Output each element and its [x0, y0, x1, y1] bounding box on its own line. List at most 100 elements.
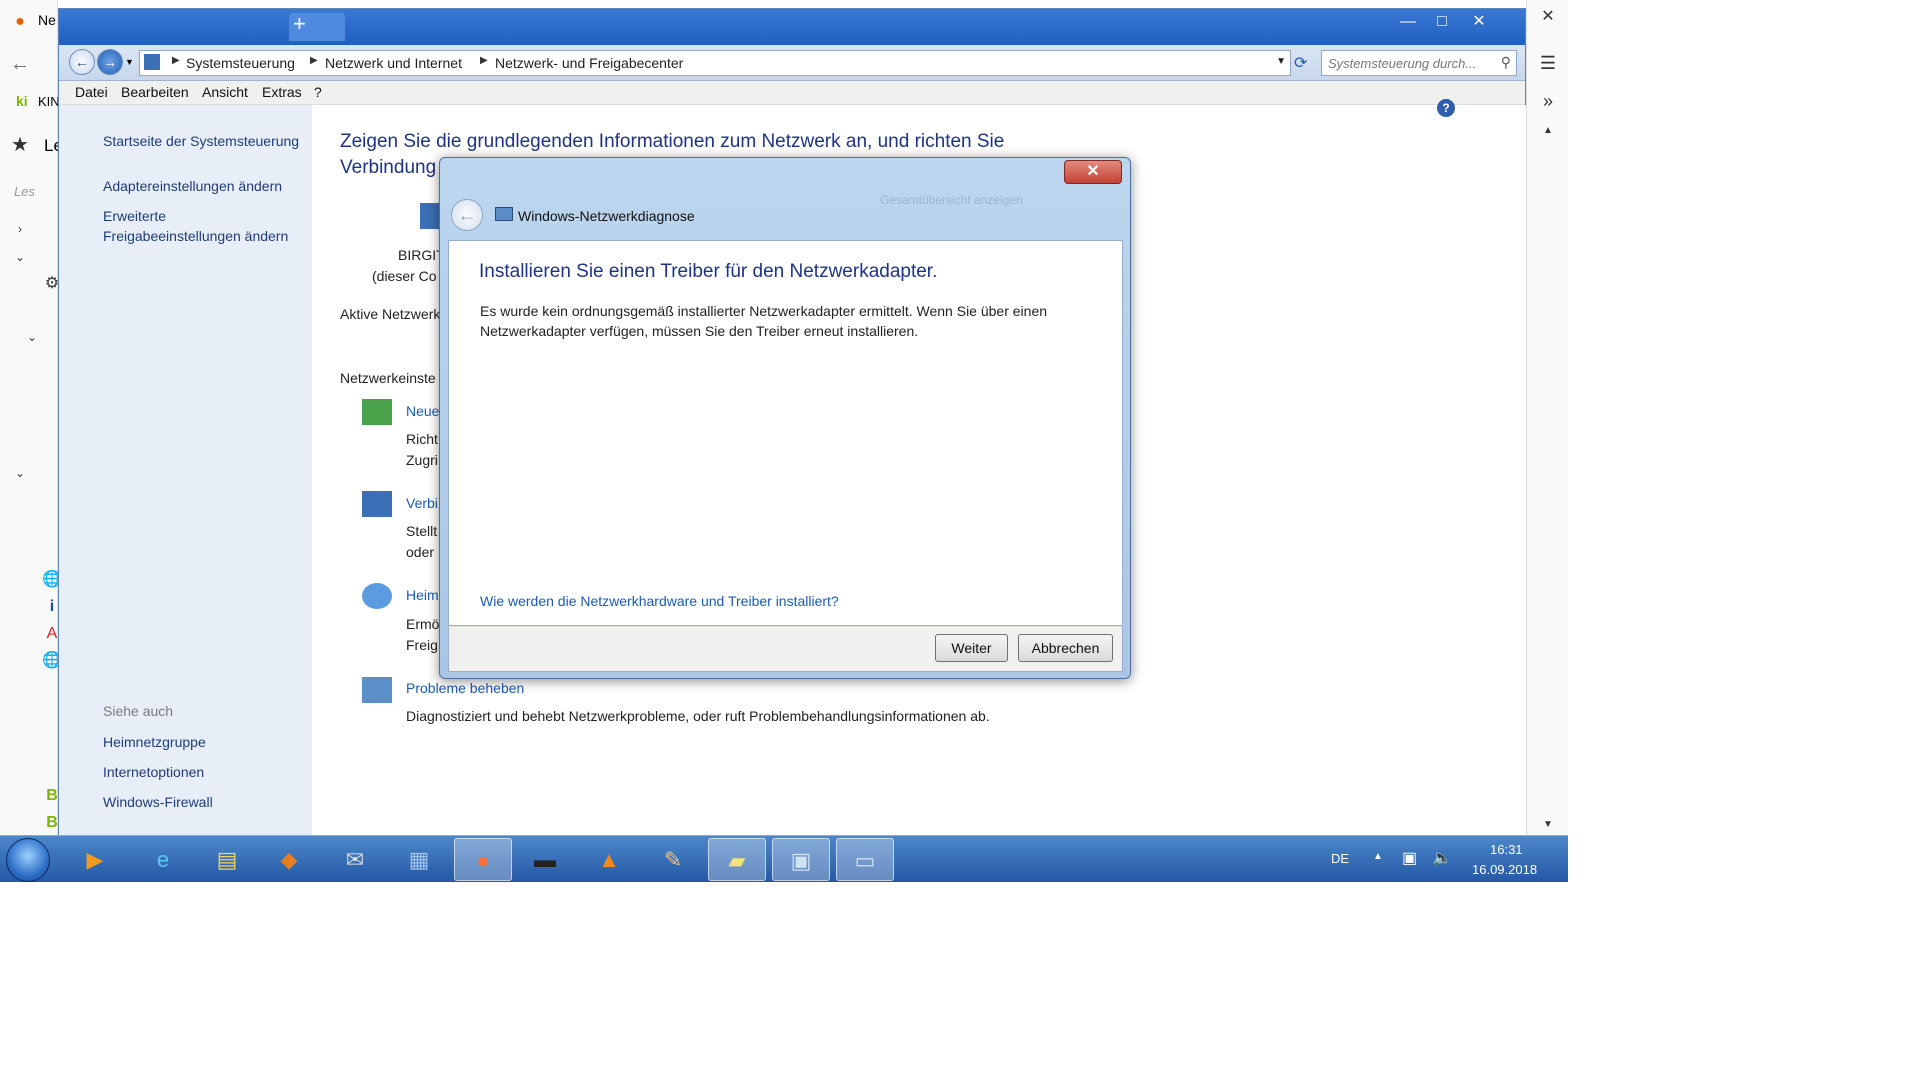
- menu-bar: Datei Bearbeiten Ansicht Extras ?: [59, 81, 1525, 105]
- menu-datei[interactable]: Datei: [75, 84, 108, 100]
- dialog-content: Installieren Sie einen Treiber für den N…: [448, 240, 1123, 626]
- dialog-heading: Installieren Sie einen Treiber für den N…: [479, 261, 938, 282]
- task-pane: Startseite der Systemsteuerung Adapterei…: [59, 105, 312, 835]
- dialog-close-button[interactable]: ✕: [1064, 160, 1122, 184]
- chevron-down-icon[interactable]: ⌄: [8, 461, 32, 485]
- chevron-down-icon[interactable]: ⌄: [20, 325, 44, 349]
- clock-time[interactable]: 16:31: [1490, 842, 1523, 857]
- breadcrumb-separator-icon: ▶: [172, 55, 180, 66]
- link-internet-options[interactable]: Internetoptionen: [103, 762, 204, 782]
- link-homegroup[interactable]: Heimnetzgruppe: [103, 732, 206, 752]
- taskbar: ▶ e ▤ ◆ ✉ ▦ ● ▬ ▲ ✎ ▰ ▣ ▭ DE ▲ ▣ 🔈 16:31…: [0, 835, 1568, 882]
- chevron-double-right-icon[interactable]: »: [1535, 88, 1561, 114]
- network-app-icon[interactable]: ▦: [390, 838, 448, 881]
- link-control-panel-home[interactable]: Startseite der Systemsteuerung: [103, 131, 299, 151]
- star-icon[interactable]: ★: [8, 133, 32, 157]
- history-dropdown-icon[interactable]: ▼: [125, 57, 134, 67]
- troubleshoot-description: Diagnostiziert und behebt Netzwerkproble…: [406, 708, 990, 724]
- sticky-notes-icon[interactable]: ▰: [708, 838, 766, 881]
- computer-name: BIRGIT: [398, 247, 445, 263]
- breadcrumb-freigabecenter[interactable]: Netzwerk- und Freigabecenter: [495, 55, 683, 71]
- mail-icon[interactable]: ✉: [326, 838, 384, 881]
- firefox-tab-label: Ne: [38, 12, 56, 28]
- link-new-connection[interactable]: Neue: [406, 403, 439, 419]
- dialog-footer: Weiter Abbrechen: [448, 626, 1123, 672]
- item-desc: Freig: [406, 637, 438, 653]
- link-advanced-sharing-2[interactable]: Freigabeeinstellungen ändern: [103, 226, 288, 246]
- search-input[interactable]: Systemsteuerung durch... ⚲: [1321, 50, 1517, 76]
- paint-icon[interactable]: ✎: [644, 838, 702, 881]
- volume-icon[interactable]: 🔈: [1432, 848, 1452, 868]
- address-bar[interactable]: ▶ Systemsteuerung ▶ Netzwerk und Interne…: [139, 50, 1291, 76]
- bookmark-kino-label: KIN: [38, 94, 60, 109]
- firefox-icon: ●: [15, 13, 25, 30]
- see-also-label: Siehe auch: [103, 703, 174, 719]
- clock-date[interactable]: 16.09.2018: [1472, 862, 1537, 877]
- close-icon[interactable]: ✕: [1535, 4, 1561, 30]
- search-icon[interactable]: ⚲: [1501, 54, 1511, 71]
- dialog-back-button[interactable]: ←: [451, 199, 483, 231]
- minimize-button[interactable]: —: [1391, 11, 1425, 33]
- menu-extras[interactable]: Extras: [262, 84, 302, 100]
- back-arrow-icon[interactable]: ←: [8, 52, 32, 76]
- item-desc: Zugri: [406, 452, 438, 468]
- ki-logo-icon: ki: [16, 93, 28, 109]
- item-desc: Richt: [406, 431, 438, 447]
- chevron-down-icon[interactable]: ⌄: [8, 245, 32, 269]
- troubleshoot-icon: [362, 677, 392, 703]
- item-desc: Stellt: [406, 523, 438, 539]
- cancel-button[interactable]: Abbrechen: [1018, 634, 1113, 662]
- link-troubleshoot[interactable]: Probleme beheben: [406, 680, 524, 696]
- link-adapter-settings[interactable]: Adaptereinstellungen ändern: [103, 176, 282, 196]
- app-icon[interactable]: ◆: [260, 838, 318, 881]
- menu-ansicht[interactable]: Ansicht: [202, 84, 248, 100]
- network-diagnostics-dialog: ✕ ← Windows-Netzwerkdiagnose Gesamtübers…: [439, 157, 1131, 679]
- control-panel-taskbar-icon[interactable]: ▣: [772, 838, 830, 881]
- forward-button[interactable]: →: [97, 49, 123, 75]
- connect-network-icon: [362, 491, 392, 517]
- link-connect-network[interactable]: Verbi: [406, 495, 438, 511]
- sidebar-search[interactable]: Les: [14, 184, 35, 199]
- help-link[interactable]: Wie werden die Netzwerkhardware und Trei…: [480, 593, 839, 609]
- link-homegroup-options[interactable]: Heim: [406, 587, 439, 603]
- breadcrumb-systemsteuerung[interactable]: Systemsteuerung: [186, 55, 295, 71]
- next-button[interactable]: Weiter: [935, 634, 1008, 662]
- firefox-right-toolbar: ✕ ☰ » ▲ ▼: [1526, 0, 1568, 835]
- link-windows-firewall[interactable]: Windows-Firewall: [103, 792, 213, 812]
- back-button[interactable]: ←: [69, 49, 95, 75]
- homegroup-icon: [362, 583, 392, 609]
- media-player-icon[interactable]: ▶: [66, 838, 124, 881]
- navigation-bar: ← → ▼ ▶ Systemsteuerung ▶ Netzwerk und I…: [59, 45, 1525, 81]
- scroll-up-icon[interactable]: ▲: [1535, 118, 1561, 144]
- network-tray-icon[interactable]: ▣: [1402, 848, 1417, 868]
- diagnostics-taskbar-icon[interactable]: ▭: [836, 838, 894, 881]
- new-connection-icon: [362, 399, 392, 425]
- diagnostics-app-icon: [495, 207, 513, 221]
- computer-sub: (dieser Co: [372, 268, 437, 284]
- network-settings-label: Netzwerkeinste: [340, 370, 436, 386]
- close-window-button[interactable]: ✕: [1459, 11, 1499, 33]
- refresh-icon[interactable]: ⟳: [1294, 53, 1307, 73]
- menu-help[interactable]: ?: [314, 84, 322, 100]
- breadcrumb-separator-icon: ▶: [310, 55, 318, 66]
- firefox-taskbar-icon[interactable]: ●: [454, 838, 512, 881]
- tray-expand-icon[interactable]: ▲: [1373, 851, 1383, 862]
- language-indicator[interactable]: DE: [1331, 851, 1349, 866]
- vlc-icon[interactable]: ▲: [580, 838, 638, 881]
- firefox-sidebar: ● Ne ← ki KIN ★ Le Les › ⌄ ⚙ ⌄ ⌄ 🌐 i A 🌐…: [0, 0, 63, 835]
- menu-bearbeiten[interactable]: Bearbeiten: [121, 84, 189, 100]
- breadcrumb-netzwerk-internet[interactable]: Netzwerk und Internet: [325, 55, 462, 71]
- maximize-button[interactable]: □: [1425, 11, 1459, 33]
- link-advanced-sharing-1[interactable]: Erweiterte: [103, 206, 166, 226]
- address-dropdown-icon[interactable]: ▼: [1276, 56, 1286, 67]
- active-networks-label: Aktive Netzwerk: [340, 306, 441, 322]
- menu-icon[interactable]: ☰: [1535, 50, 1561, 76]
- internet-explorer-icon[interactable]: e: [134, 838, 192, 881]
- start-button[interactable]: [6, 838, 50, 882]
- item-desc: oder: [406, 544, 435, 560]
- help-icon[interactable]: ?: [1437, 99, 1455, 117]
- file-explorer-icon[interactable]: ▤: [198, 838, 256, 881]
- printer-icon[interactable]: ▬: [516, 838, 574, 881]
- chevron-right-icon[interactable]: ›: [8, 217, 32, 241]
- new-tab-icon[interactable]: +: [289, 11, 345, 41]
